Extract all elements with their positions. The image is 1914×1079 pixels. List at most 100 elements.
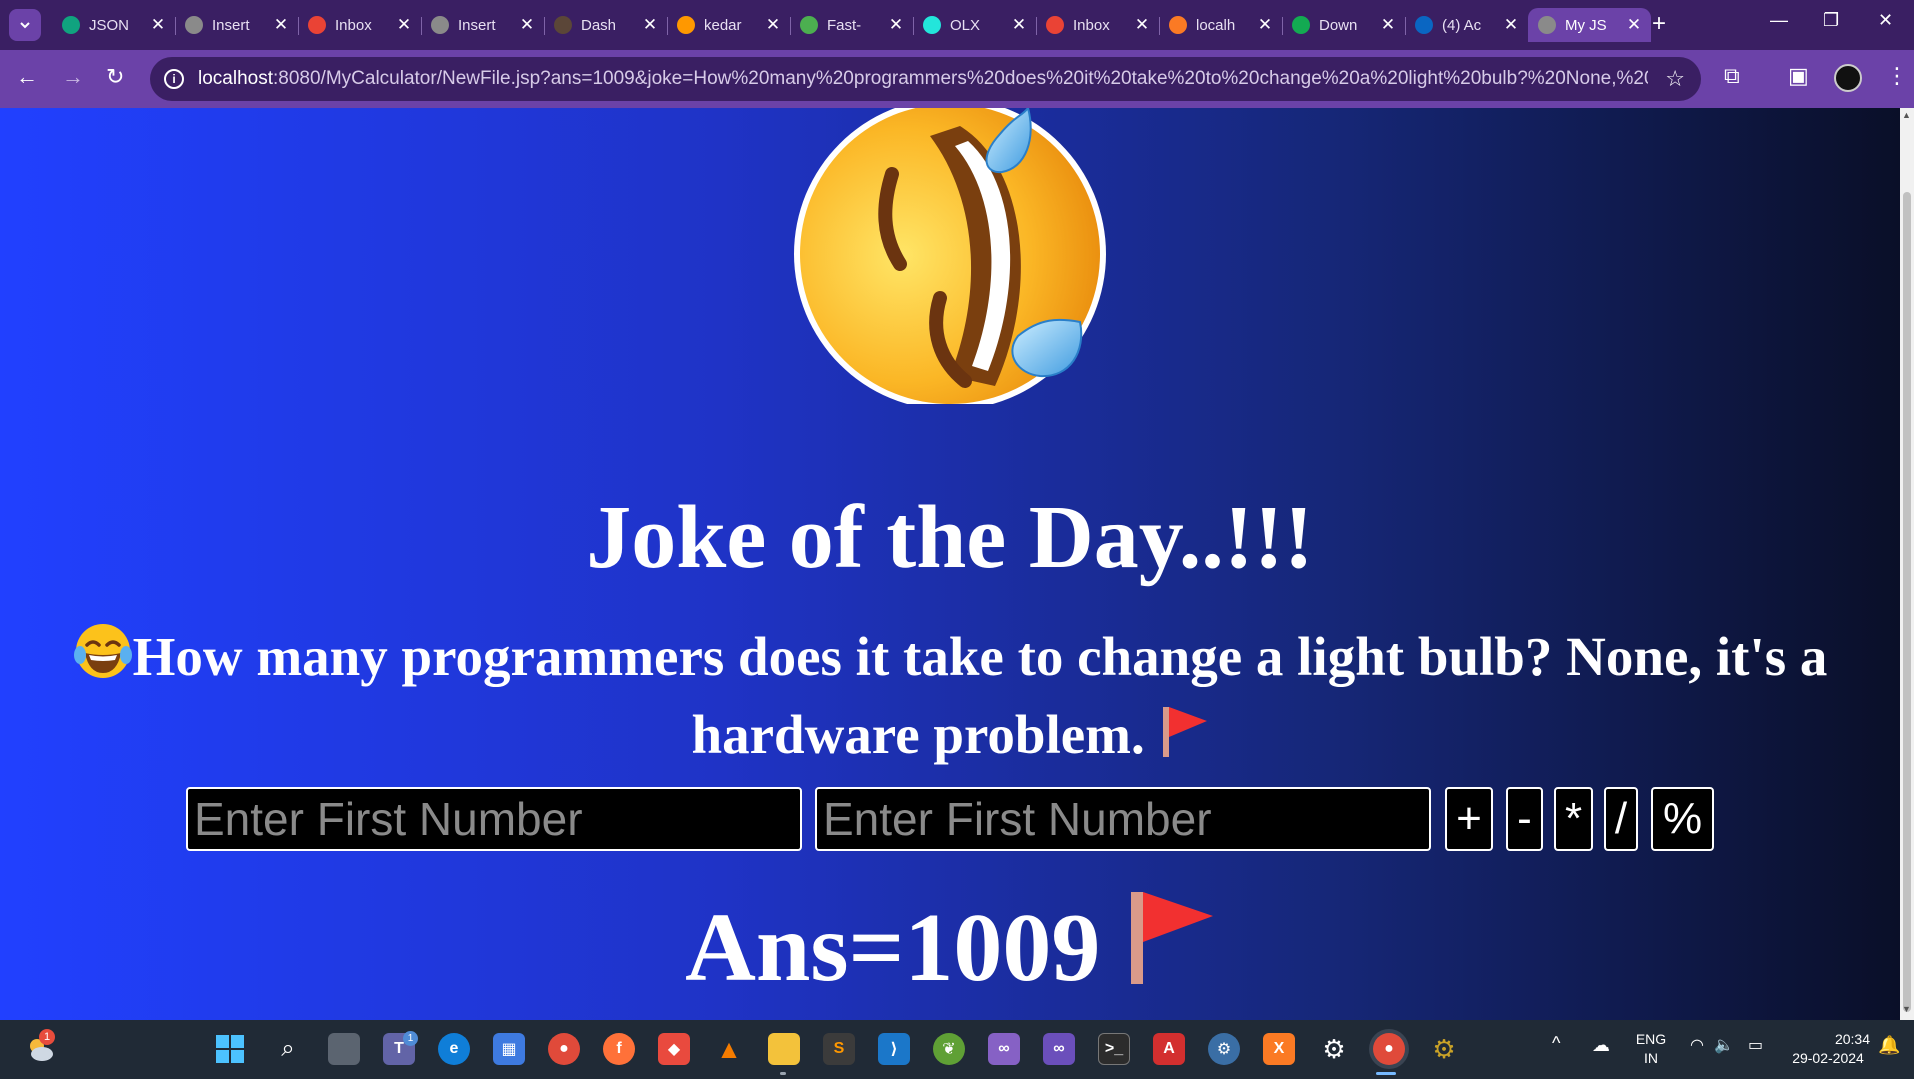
weather-badge: 1: [39, 1029, 55, 1045]
edge-icon[interactable]: e: [438, 1033, 470, 1065]
tab-close-icon[interactable]: ✕: [1256, 15, 1274, 35]
reload-button[interactable]: ↻: [106, 64, 124, 90]
joke-text-block: How many programmers does it take to cha…: [30, 618, 1870, 774]
tab-close-icon[interactable]: ✕: [518, 15, 536, 35]
minimize-button[interactable]: —: [1770, 10, 1788, 31]
firefox-icon[interactable]: f: [603, 1033, 635, 1065]
settings-app-icon[interactable]: ⚙: [1208, 1033, 1240, 1065]
show-hidden-icons-icon[interactable]: ^: [1552, 1034, 1560, 1053]
file-explorer-icon[interactable]: [768, 1033, 800, 1065]
side-panel-icon[interactable]: ▣: [1788, 63, 1809, 89]
page-scrollbar[interactable]: ▲ ▼: [1900, 108, 1914, 1020]
profile-avatar[interactable]: [1834, 64, 1862, 92]
volume-icon[interactable]: 🔈: [1714, 1036, 1734, 1055]
browser-tab[interactable]: My JS ✕: [1528, 8, 1651, 42]
modulo-button[interactable]: %: [1651, 787, 1714, 851]
browser-tab[interactable]: Inbox ✕: [298, 8, 421, 42]
browser-toolbar: ← → ↻ i localhost:8080/MyCalculator/NewF…: [0, 50, 1914, 108]
teams-badge: 1: [403, 1031, 418, 1046]
browser-tab[interactable]: Inbox ✕: [1036, 8, 1159, 42]
vlc-icon[interactable]: ▲: [713, 1033, 745, 1065]
sublime-text-icon[interactable]: S: [823, 1033, 855, 1065]
new-tab-button[interactable]: +: [1652, 10, 1666, 38]
clock[interactable]: 20:34 29-02-2024: [1786, 1030, 1870, 1068]
gmail-icon: [1046, 16, 1064, 34]
tab-close-icon[interactable]: ✕: [1379, 15, 1397, 35]
back-button[interactable]: ←: [16, 64, 38, 90]
browser-tab[interactable]: OLX ✕: [913, 8, 1036, 42]
first-number-input[interactable]: [186, 787, 802, 851]
divide-button[interactable]: /: [1604, 787, 1638, 851]
tab-close-icon[interactable]: ✕: [1133, 15, 1151, 35]
browser-tab[interactable]: JSON ✕: [52, 8, 175, 42]
close-window-button[interactable]: ✕: [1878, 10, 1893, 31]
browser-tab[interactable]: Fast- ✕: [790, 8, 913, 42]
running-indicator: [780, 1072, 786, 1075]
globe-icon: [185, 16, 203, 34]
scroll-thumb[interactable]: [1903, 192, 1911, 1012]
tab-title: OLX: [950, 16, 981, 34]
windows-taskbar: 1 ⌕ T 1 e ▦ ● f ◆ ▲ S ⟩ ❦ ∞ ∞ >_ A ⚙ X ⚙…: [0, 1020, 1914, 1079]
add-button[interactable]: +: [1445, 787, 1493, 851]
search-icon[interactable]: ⌕: [272, 1033, 304, 1065]
restore-button[interactable]: ❐: [1823, 10, 1839, 31]
vscode-icon[interactable]: ⟩: [878, 1033, 910, 1065]
address-bar[interactable]: i localhost:8080/MyCalculator/NewFile.js…: [150, 57, 1701, 101]
terminal-icon[interactable]: >_: [1098, 1033, 1130, 1065]
browser-tab[interactable]: (4) Ac ✕: [1405, 8, 1528, 42]
browser-tab[interactable]: Down ✕: [1282, 8, 1405, 42]
subtract-button[interactable]: -: [1506, 787, 1543, 851]
extensions-icon[interactable]: ⧉: [1724, 63, 1740, 89]
site-info-icon[interactable]: i: [164, 69, 184, 89]
menu-icon[interactable]: ⋮: [1886, 63, 1908, 89]
gmail-icon: [308, 16, 326, 34]
tab-close-icon[interactable]: ✕: [1502, 15, 1520, 35]
browser-tab[interactable]: Insert ✕: [175, 8, 298, 42]
browser-tab[interactable]: Dash ✕: [544, 8, 667, 42]
tab-close-icon[interactable]: ✕: [1010, 15, 1028, 35]
tab-close-icon[interactable]: ✕: [764, 15, 782, 35]
git-client-icon[interactable]: ◆: [658, 1033, 690, 1065]
notification-bell-icon[interactable]: 🔔: [1878, 1036, 1900, 1055]
tab-close-icon[interactable]: ✕: [149, 15, 167, 35]
olx-icon: [923, 16, 941, 34]
multiply-button[interactable]: *: [1554, 787, 1593, 851]
start-button[interactable]: [214, 1033, 246, 1065]
browser-tab[interactable]: localh ✕: [1159, 8, 1282, 42]
tab-close-icon[interactable]: ✕: [1625, 15, 1643, 35]
tab-close-icon[interactable]: ✕: [395, 15, 413, 35]
visual-studio-2-icon[interactable]: ∞: [1043, 1033, 1075, 1065]
tab-close-icon[interactable]: ✕: [272, 15, 290, 35]
forward-button[interactable]: →: [62, 64, 84, 90]
browser-tab[interactable]: Insert ✕: [421, 8, 544, 42]
acrobat-icon[interactable]: A: [1153, 1033, 1185, 1065]
scroll-down-arrow-icon[interactable]: ▼: [1902, 1004, 1911, 1014]
store-icon[interactable]: ▦: [493, 1033, 525, 1065]
spring-tools-icon[interactable]: ❦: [933, 1033, 965, 1065]
language-indicator[interactable]: ENG IN: [1634, 1030, 1668, 1068]
wifi-icon[interactable]: ◠: [1690, 1036, 1704, 1055]
chrome-icon[interactable]: ●: [548, 1033, 580, 1065]
joke-text: How many programmers does it take to cha…: [132, 626, 1828, 765]
scroll-up-arrow-icon[interactable]: ▲: [1902, 110, 1911, 120]
gear-icon[interactable]: ⚙: [1318, 1033, 1350, 1065]
gear-app-icon[interactable]: ⚙: [1428, 1033, 1460, 1065]
second-number-input[interactable]: [815, 787, 1431, 851]
visual-studio-icon[interactable]: ∞: [988, 1033, 1020, 1065]
tab-close-icon[interactable]: ✕: [887, 15, 905, 35]
globe-icon: [1538, 16, 1556, 34]
onedrive-icon[interactable]: ☁: [1592, 1036, 1610, 1055]
xampp-icon[interactable]: X: [1263, 1033, 1295, 1065]
answer-text: Ans=1009: [685, 894, 1101, 1002]
red-flag-icon: [1130, 892, 1213, 984]
tab-search-button[interactable]: [9, 9, 41, 41]
chrome-active-icon[interactable]: ●: [1373, 1033, 1405, 1065]
url-text[interactable]: localhost:8080/MyCalculator/NewFile.jsp?…: [198, 68, 1648, 90]
bookmark-star-icon[interactable]: ☆: [1665, 66, 1685, 92]
browser-tab[interactable]: kedar ✕: [667, 8, 790, 42]
tab-close-icon[interactable]: ✕: [641, 15, 659, 35]
task-view-icon[interactable]: [328, 1033, 360, 1065]
page-content: Joke of the Day..!!! How many programmer…: [0, 108, 1900, 1020]
tab-title: Dash: [581, 16, 617, 34]
battery-icon[interactable]: ▭: [1748, 1036, 1763, 1055]
